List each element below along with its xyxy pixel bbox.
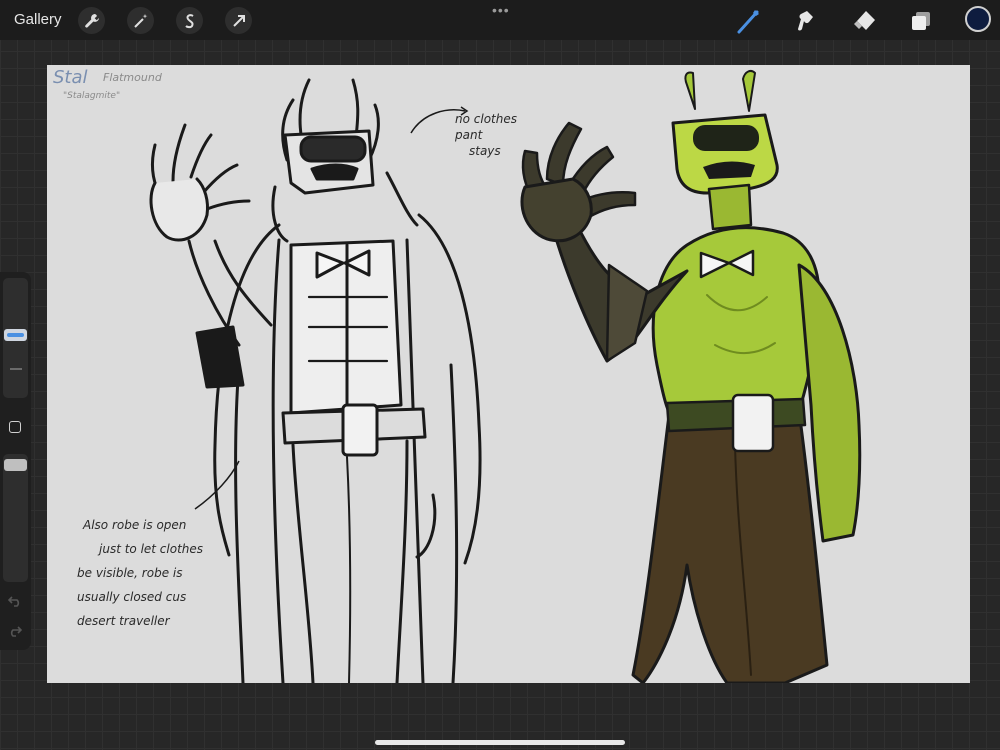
note-top-line-3: stays (469, 144, 501, 158)
color-picker-button[interactable] (965, 6, 991, 32)
home-indicator[interactable] (375, 740, 625, 745)
note-top: no clothes pant stays (455, 111, 517, 159)
layers-icon (912, 12, 930, 30)
note-bottom-line-2: just to let clothes (99, 542, 204, 556)
selection-icon (184, 13, 194, 28)
actions-button[interactable] (78, 7, 105, 34)
adjustments-button[interactable] (127, 7, 154, 34)
note-bottom-line-5: desert traveller (77, 614, 170, 628)
smudge-icon (798, 11, 813, 31)
drawing-canvas[interactable]: Stal Flatmound "Stalagmite" no clothes p… (47, 65, 970, 683)
eraser-icon (854, 11, 875, 30)
magic-wand-icon (133, 13, 147, 28)
colored-figure (520, 70, 862, 683)
wrench-icon (84, 13, 99, 28)
note-bottom-line-1: Also robe is open (83, 518, 187, 532)
note-bottom: Also robe is open just to let clothes be… (77, 513, 203, 633)
note-bottom-line-3: be visible, robe is (77, 566, 183, 580)
redo-icon[interactable] (8, 624, 22, 638)
brush-size-slider[interactable] (3, 278, 28, 398)
left-sidebar (0, 272, 31, 650)
opacity-slider[interactable] (3, 454, 28, 582)
transform-button[interactable] (225, 7, 252, 34)
gallery-button[interactable]: Gallery (14, 11, 62, 28)
more-menu[interactable]: ••• (492, 2, 510, 18)
selection-button[interactable] (176, 7, 203, 34)
modify-square-button[interactable] (9, 421, 21, 433)
brush-size-slider-thumb[interactable] (4, 329, 27, 341)
transform-arrow-icon (232, 14, 245, 27)
note-bottom-line-4: usually closed cus (77, 590, 187, 604)
eraser-tool-button[interactable] (850, 6, 880, 36)
opacity-slider-thumb[interactable] (4, 459, 27, 471)
layers-button[interactable] (906, 6, 936, 36)
brush-tool-button[interactable] (734, 6, 764, 36)
note-top-line-1: no clothes (455, 112, 517, 126)
undo-icon[interactable] (8, 594, 22, 608)
brush-icon (737, 10, 759, 34)
note-top-line-2: pant (455, 128, 483, 142)
smudge-tool-button[interactable] (791, 6, 821, 36)
top-toolbar: Gallery ••• (0, 0, 1000, 40)
